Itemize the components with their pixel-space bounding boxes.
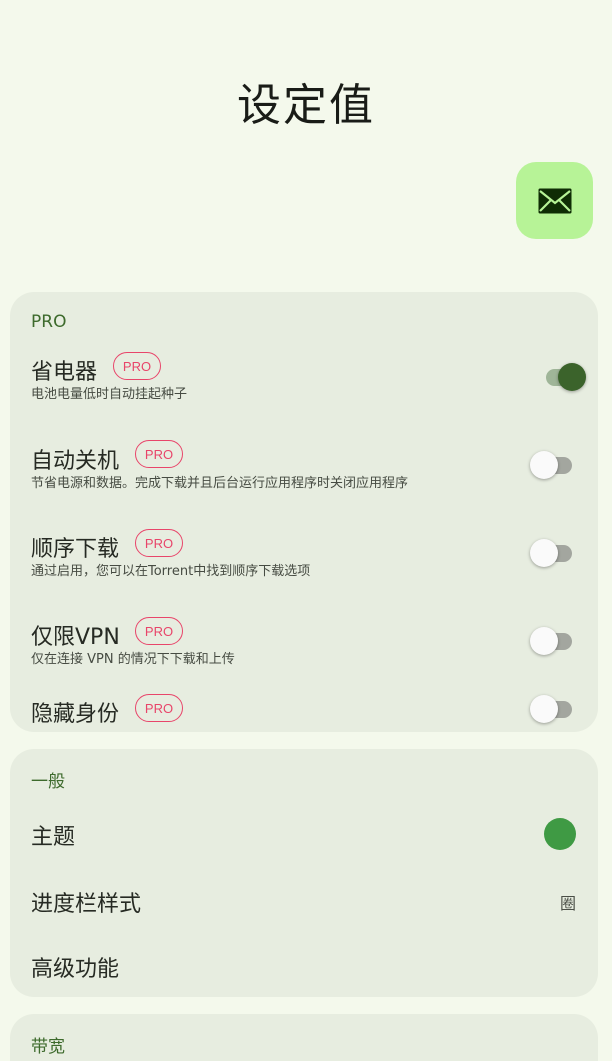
auto-shutdown-toggle[interactable] — [530, 450, 580, 480]
setting-title: 仅限VPN — [31, 625, 120, 650]
pro-settings-card: PRO 省电器 PRO 电池电量低时自动挂起种子 自动关机 PRO 节省电源和数… — [10, 292, 598, 732]
page-title: 设定值 — [237, 80, 375, 131]
setting-row-theme[interactable]: 主题 — [10, 809, 598, 859]
pro-badge: PRO — [135, 694, 183, 722]
settings-screen: 设定值 PRO 省电器 PRO 电池电量低时自动挂起种子 自动关机 PRO 节省… — [0, 0, 612, 1061]
setting-title: 省电器 — [31, 360, 98, 385]
setting-row-sequential-download[interactable]: 顺序下载 PRO 通过启用，您可以在Torrent中找到顺序下载选项 — [10, 527, 598, 587]
pro-badge: PRO — [113, 352, 161, 380]
envelope-icon — [538, 188, 571, 213]
setting-subtitle: 电池电量低时自动挂起种子 — [31, 387, 188, 402]
toggle-thumb — [558, 363, 586, 391]
battery-saver-toggle[interactable] — [538, 362, 588, 392]
setting-row-vpn-only[interactable]: 仅限VPN PRO 仅在连接 VPN 的情况下下载和上传 — [10, 615, 598, 675]
general-settings-card: 一般 主题 进度栏样式 圈 高级功能 — [10, 749, 598, 997]
theme-color-swatch — [544, 818, 576, 850]
setting-subtitle: 节省电源和数据。完成下载并且后台运行应用程序时关闭应用程序 — [31, 476, 409, 491]
bandwidth-settings-card: 带宽 — [10, 1014, 598, 1061]
toggle-thumb — [530, 451, 558, 479]
setting-title: 高级功能 — [31, 957, 120, 982]
toggle-thumb — [530, 539, 558, 567]
setting-subtitle: 仅在连接 VPN 的情况下下载和上传 — [31, 652, 235, 667]
setting-row-hide-identity[interactable]: 隐藏身份 PRO — [10, 692, 598, 732]
setting-title: 进度栏样式 — [31, 892, 142, 917]
setting-title: 隐藏身份 — [31, 702, 120, 727]
vpn-only-toggle[interactable] — [530, 626, 580, 656]
mail-button[interactable] — [516, 162, 593, 239]
section-header-general: 一般 — [31, 772, 65, 792]
pro-badge: PRO — [135, 529, 183, 557]
sequential-download-toggle[interactable] — [530, 538, 580, 568]
setting-title: 主题 — [31, 825, 76, 850]
setting-row-battery-saver[interactable]: 省电器 PRO 电池电量低时自动挂起种子 — [10, 350, 598, 410]
setting-title: 顺序下载 — [31, 537, 120, 562]
pro-badge: PRO — [135, 440, 183, 468]
setting-row-advanced[interactable]: 高级功能 — [10, 943, 598, 993]
section-header-bandwidth: 带宽 — [31, 1037, 65, 1057]
setting-title: 自动关机 — [31, 449, 120, 474]
toggle-thumb — [530, 695, 558, 723]
progress-style-value: 圈 — [560, 894, 577, 913]
setting-subtitle: 通过启用，您可以在Torrent中找到顺序下载选项 — [31, 564, 311, 579]
toggle-thumb — [530, 627, 558, 655]
setting-row-auto-shutdown[interactable]: 自动关机 PRO 节省电源和数据。完成下载并且后台运行应用程序时关闭应用程序 — [10, 438, 598, 498]
pro-badge: PRO — [135, 617, 183, 645]
setting-row-progress-style[interactable]: 进度栏样式 圈 — [10, 876, 598, 926]
section-header-pro: PRO — [31, 312, 67, 332]
hide-identity-toggle[interactable] — [530, 694, 580, 724]
